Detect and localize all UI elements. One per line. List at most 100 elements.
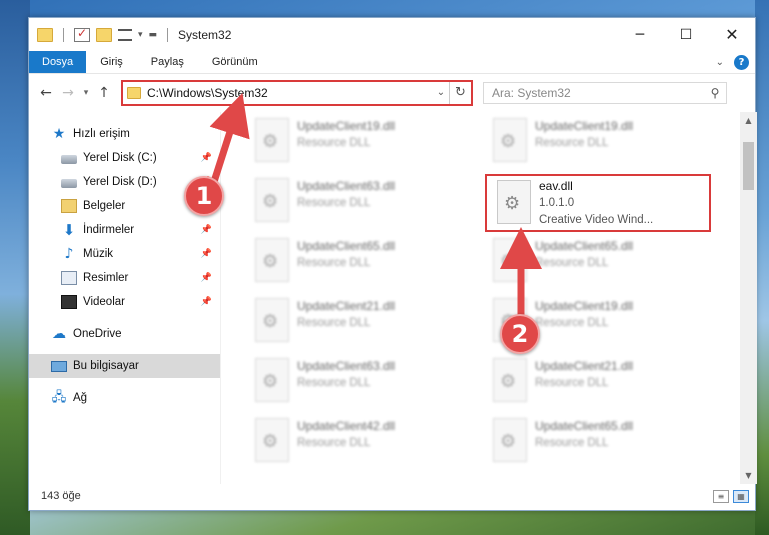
- step-1-badge: 1: [184, 176, 224, 216]
- sidebar-item-network[interactable]: 🖧 Ağ: [29, 386, 220, 410]
- sidebar-item-onedrive[interactable]: ☁ OneDrive: [29, 322, 220, 346]
- customize-toolbar-icon[interactable]: ▬: [149, 30, 158, 40]
- view-options-icon[interactable]: [118, 28, 132, 41]
- folder-icon: [127, 86, 141, 99]
- tab-share[interactable]: Paylaş: [137, 51, 198, 73]
- close-button[interactable]: ✕: [709, 18, 755, 51]
- main-area: ★ Hızlı erişim Yerel Disk (C:) 📌 Yerel D…: [29, 112, 757, 484]
- new-folder-icon[interactable]: [96, 27, 112, 42]
- minimize-button[interactable]: ─: [617, 18, 663, 51]
- file-name: UpdateClient65.dll: [297, 239, 396, 253]
- tab-home[interactable]: Giriş: [86, 51, 137, 73]
- navigation-bar: ← → ▾ ↑ C:\Windows\System32 ⌄ ↻ Ara: Sys…: [29, 73, 755, 111]
- address-dropdown-icon[interactable]: ⌄: [433, 87, 449, 98]
- quick-access-toolbar: ▾ ▬ System32: [29, 26, 231, 42]
- tiles-view-icon[interactable]: ▦: [733, 489, 749, 503]
- forward-button[interactable]: →: [57, 85, 79, 101]
- file-name: UpdateClient21.dll: [535, 359, 634, 373]
- documents-icon: [61, 199, 77, 213]
- videos-icon: [61, 295, 77, 309]
- pin-icon[interactable]: 📌: [201, 297, 212, 307]
- file-description: Resource DLL: [297, 377, 371, 389]
- file-name: UpdateClient42.dll: [297, 419, 396, 433]
- sidebar-item-this-pc[interactable]: Bu bilgisayar: [29, 354, 220, 378]
- up-button[interactable]: ↑: [93, 85, 115, 101]
- file-item[interactable]: UpdateClient63.dll Resource DLL: [245, 172, 465, 226]
- pin-icon[interactable]: 📌: [201, 249, 212, 259]
- navigation-pane: ★ Hızlı erişim Yerel Disk (C:) 📌 Yerel D…: [29, 112, 221, 484]
- search-box[interactable]: Ara: System32 ⚲: [483, 81, 727, 104]
- recent-locations-button[interactable]: ▾: [79, 88, 93, 98]
- dll-file-icon: [255, 298, 289, 342]
- scroll-thumb[interactable]: [743, 142, 754, 190]
- file-name: UpdateClient19.dll: [535, 299, 634, 313]
- pin-icon[interactable]: 📌: [201, 225, 212, 235]
- back-button[interactable]: ←: [35, 85, 57, 101]
- file-description: Resource DLL: [297, 197, 371, 209]
- file-item-eav-dll[interactable]: eav.dll 1.0.1.0 Creative Video Wind...: [485, 174, 711, 232]
- dll-file-icon: [255, 358, 289, 402]
- file-description: Resource DLL: [297, 137, 371, 149]
- separator: [63, 27, 64, 42]
- sidebar-item-quick-access[interactable]: ★ Hızlı erişim: [29, 122, 220, 146]
- title-bar: ▾ ▬ System32 ─ ☐ ✕: [29, 18, 755, 51]
- address-bar[interactable]: C:\Windows\System32 ⌄ ↻: [121, 79, 473, 106]
- file-item[interactable]: UpdateClient19.dll Resource DLL: [245, 112, 465, 166]
- star-icon: ★: [52, 126, 66, 142]
- downloads-icon: ⬇: [62, 221, 76, 239]
- tab-view[interactable]: Görünüm: [198, 51, 272, 73]
- chevron-down-icon[interactable]: ▾: [138, 30, 143, 40]
- file-name: UpdateClient63.dll: [297, 359, 396, 373]
- file-item[interactable]: UpdateClient65.dll Resource DLL: [483, 412, 703, 466]
- sidebar-item-local-disk-c[interactable]: Yerel Disk (C:) 📌: [29, 146, 220, 170]
- dll-file-icon: [493, 358, 527, 402]
- properties-icon[interactable]: [74, 26, 90, 42]
- sidebar-item-label: Yerel Disk (C:): [83, 152, 157, 164]
- computer-icon: [51, 360, 67, 372]
- network-icon: 🖧: [51, 390, 67, 405]
- search-placeholder[interactable]: Ara: System32: [492, 86, 704, 100]
- search-icon[interactable]: ⚲: [704, 86, 726, 100]
- help-icon[interactable]: ?: [734, 54, 749, 70]
- status-bar: 143 öğe ≡ ▦: [29, 482, 757, 510]
- desktop-background-left: [0, 0, 30, 535]
- file-item[interactable]: UpdateClient21.dll Resource DLL: [245, 292, 465, 346]
- sidebar-item-label: Yerel Disk (D:): [83, 176, 157, 188]
- file-item[interactable]: UpdateClient65.dll Resource DLL: [245, 232, 465, 286]
- window-controls: ─ ☐ ✕: [617, 18, 755, 51]
- vertical-scrollbar[interactable]: ▲ ▼: [740, 112, 757, 484]
- sidebar-item-music[interactable]: ♪ Müzik 📌: [29, 242, 220, 266]
- file-item[interactable]: UpdateClient21.dll Resource DLL: [483, 352, 703, 406]
- maximize-button[interactable]: ☐: [663, 18, 709, 51]
- file-item[interactable]: UpdateClient65.dll Resource DLL: [483, 232, 703, 286]
- file-list: UpdateClient19.dll Resource DLL UpdateCli…: [221, 112, 757, 484]
- dll-file-icon: [255, 118, 289, 162]
- file-item[interactable]: UpdateClient42.dll Resource DLL: [245, 412, 465, 466]
- refresh-icon[interactable]: ↻: [449, 81, 471, 104]
- address-path[interactable]: C:\Windows\System32: [147, 86, 433, 100]
- dll-file-icon: [497, 180, 531, 224]
- file-name: UpdateClient19.dll: [535, 119, 634, 133]
- file-description: Resource DLL: [535, 317, 609, 329]
- sidebar-item-downloads[interactable]: ⬇ İndirmeler 📌: [29, 218, 220, 242]
- pin-icon[interactable]: 📌: [201, 273, 212, 283]
- file-name: UpdateClient21.dll: [297, 299, 396, 313]
- item-count: 143 öğe: [41, 490, 81, 502]
- desktop-background-right: [755, 0, 769, 535]
- file-name: UpdateClient65.dll: [535, 239, 634, 253]
- folder-icon: [37, 27, 53, 42]
- file-item[interactable]: UpdateClient19.dll Resource DLL: [483, 112, 703, 166]
- step-2-badge: 2: [500, 314, 540, 354]
- sidebar-item-label: Belgeler: [83, 200, 126, 212]
- file-name: UpdateClient65.dll: [535, 419, 634, 433]
- expand-ribbon-icon[interactable]: ⌄: [716, 57, 724, 68]
- tab-file[interactable]: Dosya: [29, 51, 87, 73]
- sidebar-item-videos[interactable]: Videolar 📌: [29, 290, 220, 314]
- file-name: eav.dll: [539, 179, 573, 193]
- pin-icon[interactable]: 📌: [201, 153, 212, 163]
- sidebar-item-pictures[interactable]: Resimler 📌: [29, 266, 220, 290]
- file-name: UpdateClient19.dll: [297, 119, 396, 133]
- file-item[interactable]: UpdateClient63.dll Resource DLL: [245, 352, 465, 406]
- details-view-icon[interactable]: ≡: [713, 489, 729, 503]
- scroll-up-icon[interactable]: ▲: [740, 112, 757, 129]
